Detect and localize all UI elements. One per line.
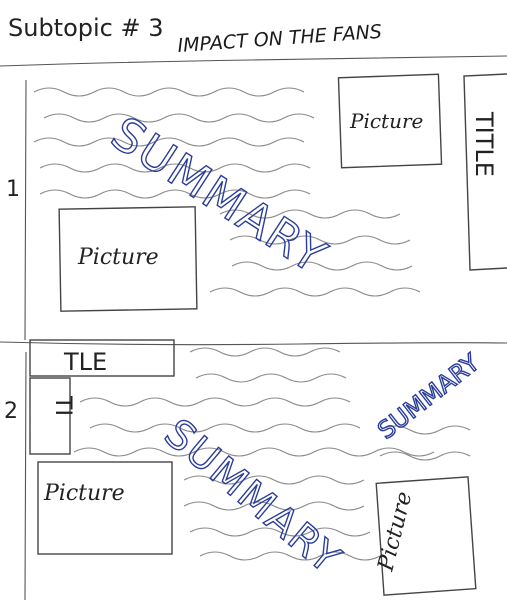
panel-2-number: 2: [4, 399, 18, 424]
header-divider: [0, 55, 507, 67]
page-title: IMPACT ON THE FANS: [177, 21, 383, 57]
left-margin-line: [24, 79, 27, 601]
panel-2-summary-main: SUMMARY: [156, 410, 350, 583]
panel-2-picture-left-box: [37, 461, 173, 555]
panel-2-summary-small: SUMMARY: [372, 348, 484, 444]
panel-2-title-side-box: [29, 377, 71, 455]
panel-2-title-side: TI: [50, 395, 75, 416]
panel-2-title-top: TLE: [63, 348, 107, 376]
panel-divider: [0, 341, 507, 346]
storyboard-sketch: Subtopic # 3 IMPACT ON THE FANS 1 2 Pict…: [0, 14, 507, 601]
panel-1-picture-left-label: Picture: [77, 245, 159, 270]
panel-2-picture-left-label: Picture: [43, 481, 125, 506]
panel-1-number: 1: [6, 177, 20, 202]
panel-1-picture-top-label: Picture: [349, 109, 423, 133]
panel-1-side-title: TITLE: [470, 111, 498, 177]
subtopic-heading: Subtopic # 3: [8, 14, 164, 42]
